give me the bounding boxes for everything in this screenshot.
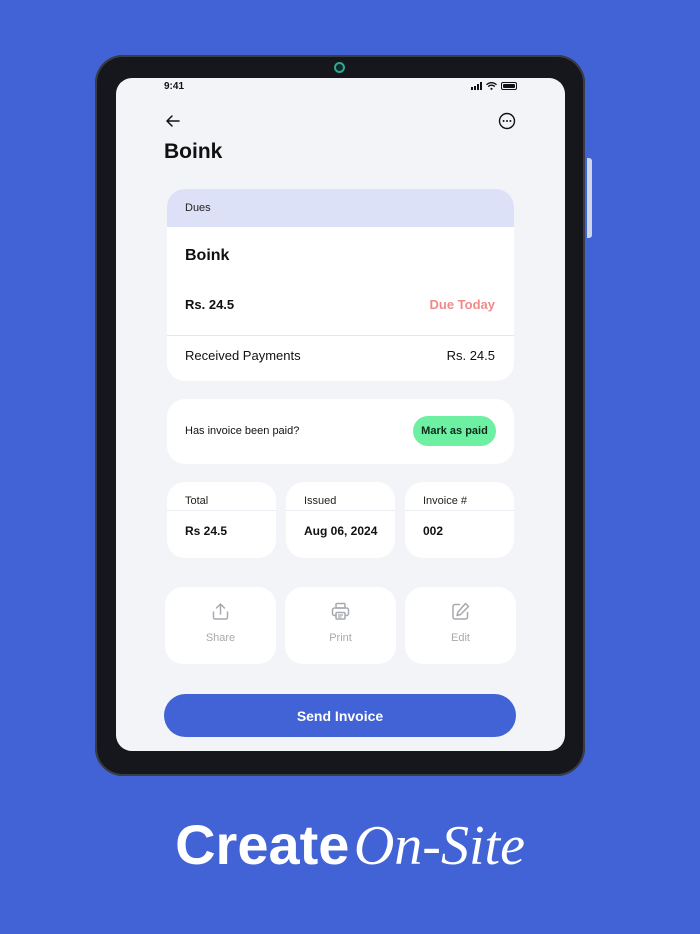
mark-as-paid-button[interactable]: Mark as paid xyxy=(413,416,496,446)
share-label: Share xyxy=(205,632,236,644)
tablet-side-button xyxy=(587,158,592,238)
more-options-icon[interactable] xyxy=(498,112,516,130)
edit-icon xyxy=(452,602,470,620)
dues-section-header: Dues xyxy=(167,189,514,227)
edit-button[interactable]: Edit xyxy=(405,587,516,664)
divider xyxy=(405,510,514,511)
back-arrow-icon[interactable] xyxy=(164,112,182,130)
print-label: Print xyxy=(329,632,352,644)
tagline-italic: On-Site xyxy=(353,815,525,877)
dues-card: Dues Boink Rs. 24.5 Due Today Received P… xyxy=(167,189,514,381)
app-screen: 9:41 Boink Dues Boink Rs. 24.5 Due Today… xyxy=(116,78,565,751)
print-button[interactable]: Print xyxy=(285,587,396,664)
cellular-signal-icon xyxy=(471,82,482,90)
issued-date: Aug 06, 2024 xyxy=(304,524,378,538)
dues-amount: Rs. 24.5 xyxy=(185,297,235,312)
invoice-number-label: Invoice # xyxy=(423,495,468,507)
wifi-icon xyxy=(486,82,497,90)
issued-card: Issued Aug 06, 2024 xyxy=(286,482,395,558)
battery-icon xyxy=(501,82,517,90)
paid-question: Has invoice been paid? xyxy=(185,425,300,437)
promo-tagline: Create On-Site xyxy=(0,812,700,878)
status-time: 9:41 xyxy=(164,81,185,92)
status-icons xyxy=(471,82,517,90)
send-invoice-button[interactable]: Send Invoice xyxy=(164,694,516,737)
share-icon xyxy=(212,603,229,620)
total-card: Total Rs 24.5 xyxy=(167,482,276,558)
total-label: Total xyxy=(185,495,209,507)
divider xyxy=(167,510,276,511)
divider xyxy=(286,510,395,511)
invoice-number-card: Invoice # 002 xyxy=(405,482,514,558)
share-button[interactable]: Share xyxy=(165,587,276,664)
received-payments-value: Rs. 24.5 xyxy=(446,348,495,363)
tagline-bold: Create xyxy=(175,813,350,876)
camera-icon xyxy=(334,62,345,73)
edit-label: Edit xyxy=(451,632,470,644)
payment-status-card: Has invoice been paid? Mark as paid xyxy=(167,399,514,464)
page-title: Boink xyxy=(164,140,223,163)
issued-label: Issued xyxy=(304,495,337,507)
received-payments-label: Received Payments xyxy=(185,348,301,363)
dues-client-name: Boink xyxy=(185,247,230,264)
invoice-number-value: 002 xyxy=(423,524,444,538)
due-status-badge: Due Today xyxy=(429,297,496,312)
total-value: Rs 24.5 xyxy=(185,524,228,538)
divider xyxy=(167,335,514,336)
status-bar: 9:41 xyxy=(116,78,565,98)
printer-icon xyxy=(331,602,350,620)
